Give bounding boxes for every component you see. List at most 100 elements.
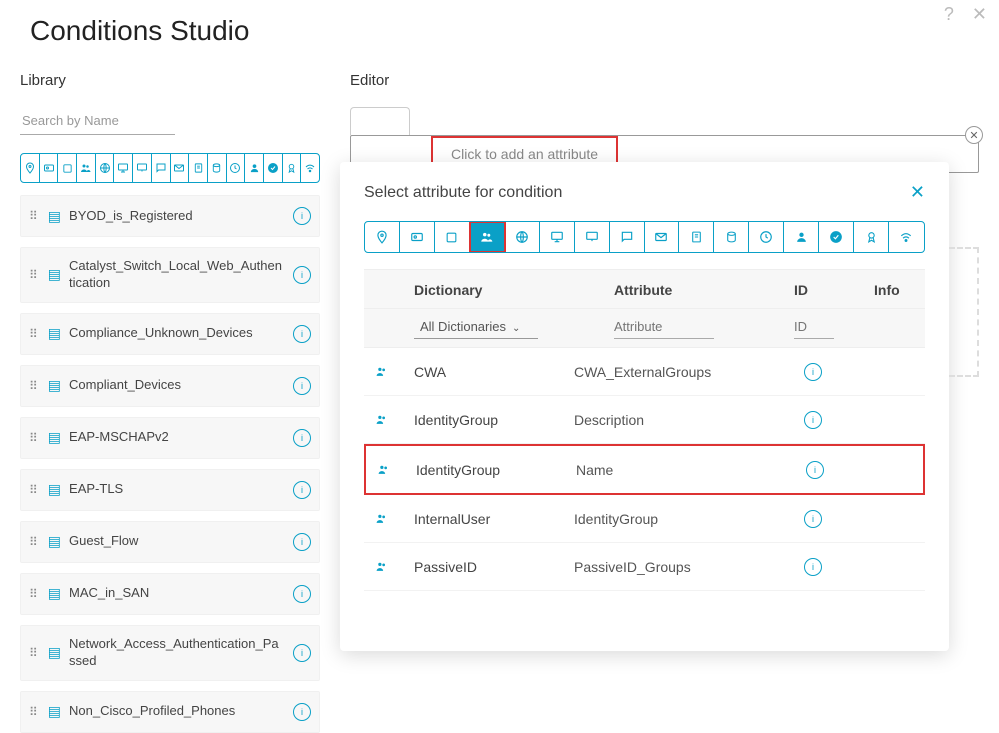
info-icon[interactable]: i: [293, 585, 311, 603]
attribute-row[interactable]: CWA CWA_ExternalGroups i: [364, 348, 925, 396]
attribute-row[interactable]: InternalUser IdentityGroup i: [364, 495, 925, 543]
info-icon[interactable]: i: [293, 266, 311, 284]
row-attribute: Name: [576, 462, 806, 478]
filter-id-input[interactable]: [794, 317, 834, 339]
filter-screen-icon[interactable]: [133, 154, 152, 182]
attribute-row[interactable]: PassiveID PassiveID_Groups i: [364, 543, 925, 591]
filter-attribute-input[interactable]: [614, 317, 714, 339]
cat-clock-icon[interactable]: [749, 222, 784, 252]
filter-db-icon[interactable]: [208, 154, 227, 182]
row-dictionary: CWA: [414, 364, 574, 380]
filter-monitor-icon[interactable]: [114, 154, 133, 182]
drag-icon[interactable]: ⠿: [29, 483, 40, 497]
drag-icon[interactable]: ⠿: [29, 587, 40, 601]
drag-icon[interactable]: ⠿: [29, 535, 40, 549]
filter-doc-icon[interactable]: [189, 154, 208, 182]
row-dictionary: IdentityGroup: [416, 462, 576, 478]
condition-label: Non_Cisco_Profiled_Phones: [69, 703, 285, 720]
info-icon[interactable]: i: [804, 558, 822, 576]
info-icon[interactable]: i: [293, 325, 311, 343]
cat-pin-icon[interactable]: [365, 222, 400, 252]
editor-label: Editor: [350, 72, 979, 89]
drag-icon[interactable]: ⠿: [29, 327, 40, 341]
document-icon: ▤: [48, 208, 61, 225]
attribute-row[interactable]: IdentityGroup Name i: [364, 444, 925, 495]
drag-icon[interactable]: ⠿: [29, 646, 40, 660]
attribute-clear-icon[interactable]: ✕: [965, 126, 983, 144]
filter-clock-icon[interactable]: [227, 154, 246, 182]
info-icon[interactable]: i: [806, 461, 824, 479]
filter-badge-icon[interactable]: [40, 154, 59, 182]
filter-cert-icon[interactable]: [283, 154, 302, 182]
cat-chat-icon[interactable]: [610, 222, 645, 252]
cat-doc-icon[interactable]: [679, 222, 714, 252]
cat-badge-icon[interactable]: [400, 222, 435, 252]
attribute-category-toolbar: [364, 221, 925, 253]
cat-wifi-icon[interactable]: [889, 222, 924, 252]
info-icon[interactable]: i: [293, 533, 311, 551]
condition-item[interactable]: ⠿▤Compliance_Unknown_Devicesi: [20, 313, 320, 355]
cat-db-icon[interactable]: [714, 222, 749, 252]
cat-square-icon[interactable]: [435, 222, 470, 252]
info-icon[interactable]: i: [293, 207, 311, 225]
condition-item[interactable]: ⠿▤EAP-TLSi: [20, 469, 320, 511]
cat-cert-icon[interactable]: [854, 222, 889, 252]
filter-user-icon[interactable]: [245, 154, 264, 182]
header-dictionary: Dictionary: [414, 282, 614, 298]
filter-chat-icon[interactable]: [152, 154, 171, 182]
attribute-row[interactable]: IdentityGroup Description i: [364, 396, 925, 444]
filter-group-icon[interactable]: [77, 154, 96, 182]
condition-item[interactable]: ⠿▤MAC_in_SANi: [20, 573, 320, 615]
info-icon[interactable]: i: [293, 429, 311, 447]
filter-mail-icon[interactable]: [171, 154, 190, 182]
document-icon: ▤: [48, 266, 61, 283]
cat-check-icon[interactable]: [819, 222, 854, 252]
condition-item[interactable]: ⠿▤Compliant_Devicesi: [20, 365, 320, 407]
filter-pin-icon[interactable]: [21, 154, 40, 182]
condition-item[interactable]: ⠿▤Non_Cisco_Profiled_Phonesi: [20, 691, 320, 733]
info-icon[interactable]: i: [293, 377, 311, 395]
filter-wifi-icon[interactable]: [301, 154, 319, 182]
drag-icon[interactable]: ⠿: [29, 209, 40, 223]
condition-label: Guest_Flow: [69, 533, 285, 550]
popover-close-button[interactable]: ✕: [910, 182, 925, 203]
filter-globe-icon[interactable]: [96, 154, 115, 182]
popover-title: Select attribute for condition: [364, 184, 562, 202]
cat-globe-icon[interactable]: [505, 222, 540, 252]
drag-icon[interactable]: ⠿: [29, 431, 40, 445]
cat-mail-icon[interactable]: [645, 222, 680, 252]
document-icon: ▤: [48, 481, 61, 498]
condition-label: Compliance_Unknown_Devices: [69, 325, 285, 342]
group-icon: [376, 463, 416, 476]
condition-item[interactable]: ⠿▤Guest_Flowi: [20, 521, 320, 563]
cat-monitor-icon[interactable]: [540, 222, 575, 252]
info-icon[interactable]: i: [804, 510, 822, 528]
condition-item[interactable]: ⠿▤BYOD_is_Registeredi: [20, 195, 320, 237]
info-icon[interactable]: i: [804, 363, 822, 381]
header-id: ID: [794, 282, 874, 298]
tab-stub[interactable]: [350, 107, 410, 135]
cat-screen-icon[interactable]: [575, 222, 610, 252]
condition-label: Network_Access_Authentication_Passed: [69, 636, 285, 670]
condition-item[interactable]: ⠿▤Network_Access_Authentication_Passedi: [20, 625, 320, 681]
drag-icon[interactable]: ⠿: [29, 268, 40, 282]
condition-item[interactable]: ⠿▤EAP-MSCHAPv2i: [20, 417, 320, 459]
info-icon[interactable]: i: [293, 481, 311, 499]
search-input[interactable]: [20, 107, 175, 135]
cat-group-icon[interactable]: [470, 222, 505, 252]
drag-icon[interactable]: ⠿: [29, 379, 40, 393]
filter-square-icon[interactable]: [58, 154, 77, 182]
help-icon[interactable]: ?: [944, 4, 954, 25]
info-icon[interactable]: i: [293, 703, 311, 721]
condition-item[interactable]: ⠿▤Catalyst_Switch_Local_Web_Authenticati…: [20, 247, 320, 303]
drag-icon[interactable]: ⠿: [29, 705, 40, 719]
info-icon[interactable]: i: [804, 411, 822, 429]
cat-user-icon[interactable]: [784, 222, 819, 252]
filter-check-icon[interactable]: [264, 154, 283, 182]
document-icon: ▤: [48, 585, 61, 602]
filter-dictionaries-dropdown[interactable]: All Dictionaries⌄: [414, 317, 538, 339]
info-icon[interactable]: i: [293, 644, 311, 662]
row-attribute: IdentityGroup: [574, 511, 804, 527]
dashed-dropzone[interactable]: [949, 247, 979, 377]
close-icon[interactable]: ✕: [972, 4, 987, 25]
